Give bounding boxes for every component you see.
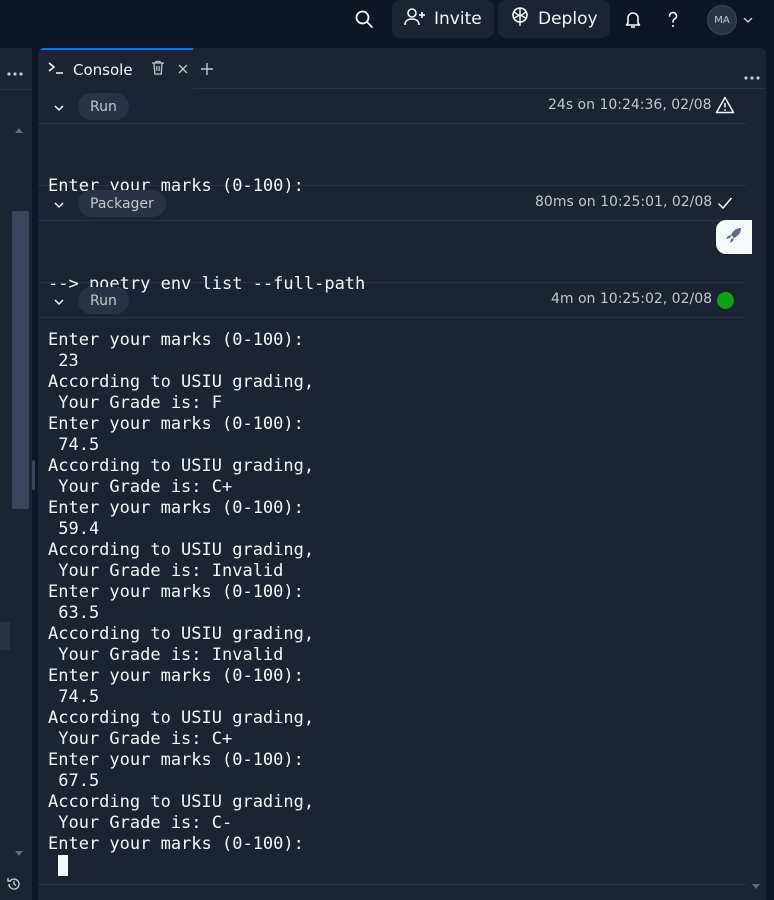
check-icon: [717, 195, 733, 214]
add-tab-icon[interactable]: [200, 61, 214, 80]
warning-icon: [715, 96, 735, 118]
bell-icon[interactable]: [620, 6, 646, 32]
output-line: Enter your marks (0-100):: [48, 498, 304, 518]
section-header: Packager 80ms on 10:25:01, 02/08: [38, 186, 746, 221]
help-icon[interactable]: [660, 6, 686, 32]
running-status-dot: [717, 292, 734, 309]
invite-button[interactable]: Invite: [392, 0, 494, 38]
trash-icon[interactable]: [151, 60, 165, 79]
chevron-down-icon[interactable]: [52, 197, 66, 211]
search-icon[interactable]: [351, 6, 377, 32]
feedback-button[interactable]: [716, 220, 752, 254]
output-line: Enter your marks (0-100):: [48, 750, 304, 770]
output-line: Your Grade is: C-: [48, 813, 233, 833]
output-line: According to USIU grading,: [48, 456, 315, 476]
scroll-down-arrow-icon[interactable]: [15, 851, 23, 856]
tab-bar: Console: [38, 48, 766, 89]
scroll-down-arrow-icon[interactable]: [752, 884, 760, 889]
output-line: 59.4: [48, 519, 100, 539]
output-line: Enter your marks (0-100):: [48, 330, 304, 350]
tab-console[interactable]: Console: [38, 48, 193, 89]
output-line: Your Grade is: Invalid: [48, 645, 284, 665]
chevron-down-icon[interactable]: [741, 12, 755, 26]
avatar[interactable]: MA: [707, 5, 737, 35]
output-line: According to USIU grading,: [48, 540, 315, 560]
output-line: Enter your marks (0-100):: [48, 666, 304, 686]
console-output-section: Run 24s on 10:24:36, 02/08 Enter your ma…: [38, 89, 746, 196]
invite-label: Invite: [434, 9, 482, 29]
close-icon[interactable]: [177, 60, 189, 79]
output-line: 74.5: [48, 687, 100, 707]
scrollbar-thumb[interactable]: [12, 211, 29, 509]
more-options-icon[interactable]: [743, 66, 761, 85]
run-badge: Run: [78, 93, 129, 120]
output-line: According to USIU grading,: [48, 624, 315, 644]
output-line: Enter your marks (0-100):: [48, 414, 304, 434]
history-icon[interactable]: [6, 876, 22, 896]
output-line: Your Grade is: F: [48, 393, 222, 413]
output-line: Your Grade is: Invalid: [48, 561, 284, 581]
output-text: Enter your marks (0-100): 23 According to…: [48, 330, 314, 876]
output-line: According to USIU grading,: [48, 372, 315, 392]
console-panel: Console Run 24s on 10:24:36, 02/08 Enter…: [38, 48, 766, 900]
tab-title: Console: [73, 60, 133, 79]
deploy-button[interactable]: Deploy: [498, 0, 610, 38]
divider: [38, 884, 746, 885]
run-badge: Run: [78, 287, 129, 314]
output-line: 67.5: [48, 771, 100, 791]
chevron-down-icon[interactable]: [52, 100, 66, 114]
input-line[interactable]: [48, 855, 314, 876]
avatar-initials: MA: [714, 14, 730, 26]
output-line: Enter your marks (0-100):: [48, 834, 304, 854]
output-line: Your Grade is: C+: [48, 729, 233, 749]
resize-handle[interactable]: [32, 460, 35, 490]
console-output-section: Packager 80ms on 10:25:01, 02/08 --> poe…: [38, 186, 746, 294]
output-line: 63.5: [48, 603, 100, 623]
selected-row: [0, 622, 10, 650]
divider: [0, 89, 32, 90]
top-bar: Invite Deploy MA: [0, 0, 774, 40]
output-line: 74.5: [48, 435, 100, 455]
rocket-icon: [724, 225, 744, 249]
output-line: According to USIU grading,: [48, 708, 315, 728]
console-output-section: Run 4m on 10:25:02, 02/08 Enter your mar…: [38, 283, 746, 884]
text-cursor: [58, 855, 68, 876]
deploy-icon: [510, 6, 530, 32]
section-header: Run 24s on 10:24:36, 02/08: [38, 89, 746, 124]
output-line: 23: [48, 351, 79, 371]
section-header: Run 4m on 10:25:02, 02/08: [38, 283, 746, 318]
packager-timestamp: 80ms on 10:25:01, 02/08: [535, 194, 713, 210]
more-options-icon[interactable]: [6, 62, 24, 81]
chevron-down-icon[interactable]: [52, 294, 66, 308]
output-line: According to USIU grading,: [48, 792, 315, 812]
run-timestamp: 4m on 10:25:02, 02/08: [551, 291, 713, 307]
output-line: Enter your marks (0-100):: [48, 582, 304, 602]
add-user-icon: [404, 7, 426, 32]
run-timestamp: 24s on 10:24:36, 02/08: [548, 97, 712, 113]
output-line: Your Grade is: C+: [48, 477, 233, 497]
scroll-up-arrow-icon[interactable]: [15, 128, 23, 133]
deploy-label: Deploy: [538, 9, 598, 29]
packager-badge: Packager: [78, 190, 166, 217]
terminal-icon: [47, 60, 65, 79]
